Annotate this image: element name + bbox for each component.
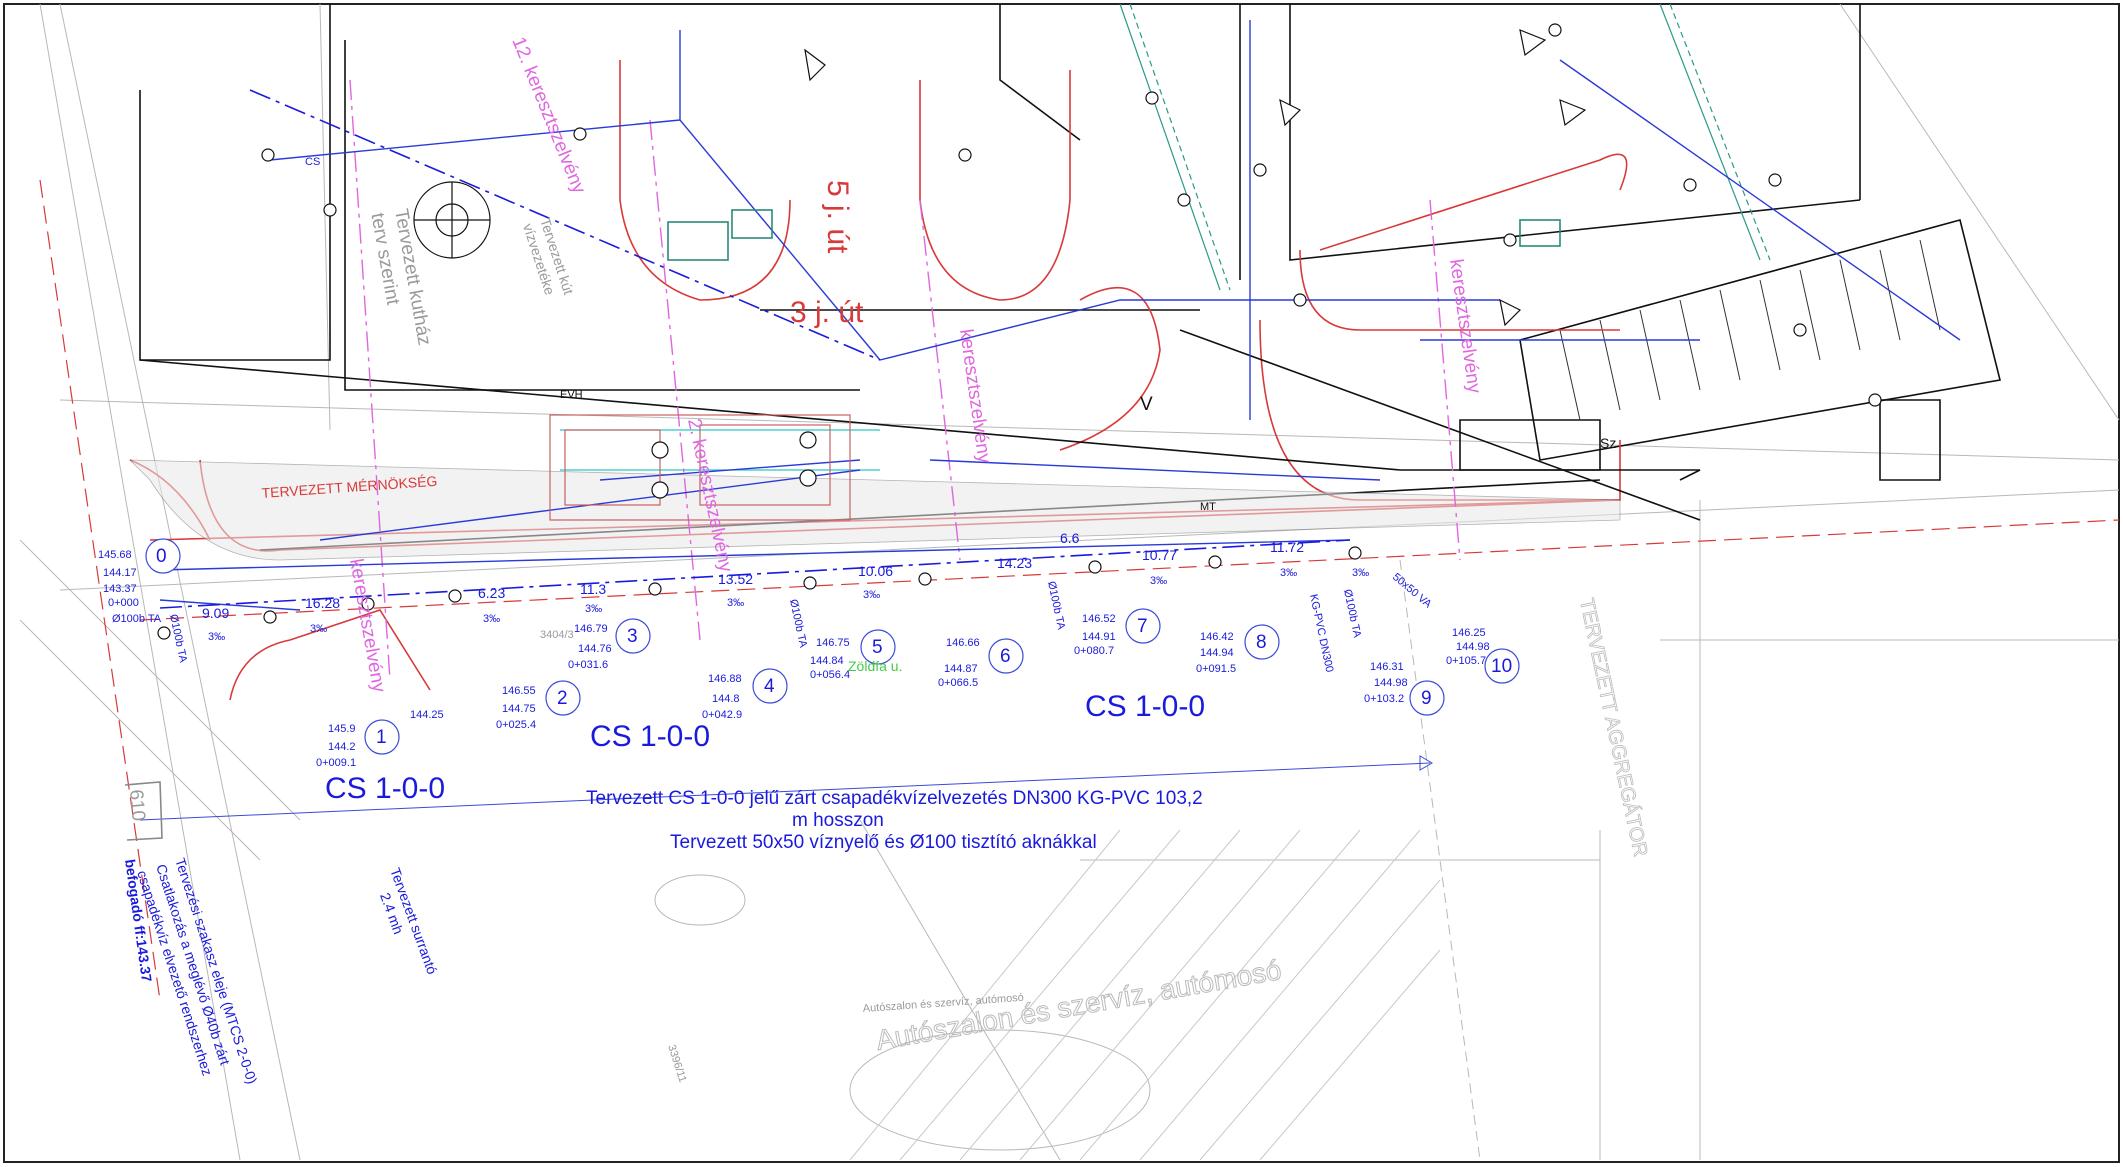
segment-length: 10.06 xyxy=(858,563,893,579)
station-label: 3 xyxy=(627,626,638,647)
elev-c: 143.37 xyxy=(103,583,137,595)
elev-b: 144.17 xyxy=(103,567,137,579)
station8-elev: 146.42 144.94 0+091.5 xyxy=(1196,631,1236,675)
elev-c: 0+091.5 xyxy=(1196,663,1236,675)
site-plan-drawing: 0 1 2 3 4 5 6 7 8 9 10 CS 1-0-0 CS 1-0-0… xyxy=(3,3,2120,1163)
parcel-3404: 3404/3 xyxy=(540,629,574,641)
caption-line-2: m hosszon xyxy=(792,810,884,831)
slope: 3‰ xyxy=(208,631,225,643)
elev-c: 0+103.2 xyxy=(1364,693,1404,705)
elev-c: 0+009.1 xyxy=(316,757,356,769)
elev-c: 0+056.4 xyxy=(810,669,850,681)
station-label: 2 xyxy=(557,688,568,709)
slope: 3‰ xyxy=(1352,567,1369,579)
elev-a: 146.55 xyxy=(502,685,536,697)
elev-b: 144.91 xyxy=(1082,631,1116,643)
elev-a: 146.25 xyxy=(1452,627,1486,639)
road-3j-label: 3 j. út xyxy=(790,296,864,329)
segment-length: 10.77 xyxy=(1142,547,1177,563)
elev-c: 0+105.7 xyxy=(1446,655,1486,667)
road-5j-group: 5 j. út xyxy=(821,180,854,254)
station-label: 1 xyxy=(376,727,387,748)
segment-length: 11.3 xyxy=(580,581,606,597)
elev-b: 144.87 xyxy=(944,663,978,675)
station-label: 9 xyxy=(1421,688,1432,709)
segment-length: 14.23 xyxy=(997,555,1032,571)
elev-a: 146.52 xyxy=(1082,613,1116,625)
elev-a: 146.75 xyxy=(816,637,850,649)
elev-b: 144.94 xyxy=(1200,647,1234,659)
zoldfa-label: Zöldfa u. xyxy=(848,658,902,674)
road-5j-label: 5 j. út xyxy=(821,180,854,254)
elev-a: 146.66 xyxy=(946,637,980,649)
elev-b: 144.98 xyxy=(1456,641,1490,653)
station-label: 4 xyxy=(764,676,775,697)
station-label: 5 xyxy=(872,637,883,658)
elev-d: 0+000 xyxy=(108,597,139,609)
slope: 3‰ xyxy=(310,623,327,635)
elev-b: 144.98 xyxy=(1374,677,1408,689)
elev-e: Ø100b TA xyxy=(112,613,162,625)
utility-code: CS xyxy=(305,156,320,168)
pipe-label: CS 1-0-0 xyxy=(1085,690,1205,723)
station-label: 10 xyxy=(1491,656,1512,677)
slope: 3‰ xyxy=(1280,567,1297,579)
station-label: 0 xyxy=(156,546,167,567)
utility-code: Sz xyxy=(1600,435,1616,451)
elev-a: 146.88 xyxy=(708,673,742,685)
slope: 3‰ xyxy=(727,597,744,609)
elev-c: 0+066.5 xyxy=(938,677,978,689)
pipe-label: CS 1-0-0 xyxy=(590,720,710,753)
elev-b: 144.75 xyxy=(502,703,536,715)
segment-length: 6.6 xyxy=(1060,530,1080,546)
segment-length: 13.52 xyxy=(718,571,753,587)
elev-a: 145.9 xyxy=(328,723,356,735)
elev-a: 146.79 xyxy=(574,623,608,635)
caption-line-3: Tervezett 50x50 víznyelő és Ø100 tisztít… xyxy=(670,832,1097,853)
elev-c: 0+042.9 xyxy=(702,709,742,721)
segment-length: 11.72 xyxy=(1270,539,1304,555)
station-label: 6 xyxy=(1000,646,1011,667)
elev-b: 144.76 xyxy=(578,643,612,655)
station2-elev: 146.55 144.75 0+025.4 xyxy=(496,685,536,731)
elev-a: 146.42 xyxy=(1200,631,1234,643)
slope: 3‰ xyxy=(585,603,602,615)
segment-length: 6.23 xyxy=(478,585,505,601)
elev-b: 144.8 xyxy=(712,693,740,705)
segment-length: 16.28 xyxy=(305,595,340,611)
elev-a: 145.68 xyxy=(98,549,132,561)
station-label: 7 xyxy=(1137,616,1148,637)
elev-c: 0+080.7 xyxy=(1074,645,1114,657)
elev-b: 144.2 xyxy=(328,741,356,753)
slope: 3‰ xyxy=(483,613,500,625)
caption-line-1: Tervezett CS 1-0-0 jelű zárt csapadékvíz… xyxy=(586,788,1203,809)
sheet-border xyxy=(3,3,2120,1163)
station-label: 8 xyxy=(1256,632,1267,653)
elev-b: 144.84 xyxy=(810,655,844,667)
pipe-label: CS 1-0-0 xyxy=(325,772,445,805)
parcel-610-label: 610 xyxy=(125,789,149,822)
elev-c: 0+031.6 xyxy=(568,659,608,671)
parcel-610: 610 xyxy=(125,789,149,822)
elev-extra: 144.25 xyxy=(410,709,444,721)
utility-code: V xyxy=(1140,394,1153,415)
slope: 3‰ xyxy=(1150,575,1167,587)
elev-c: 0+025.4 xyxy=(496,719,536,731)
elev-a: 146.31 xyxy=(1370,661,1404,673)
slope: 3‰ xyxy=(863,589,880,601)
utility-code: MT xyxy=(1200,501,1216,513)
well-house xyxy=(413,181,491,259)
utility-code: EVH xyxy=(560,389,583,401)
segment-length: 9.09 xyxy=(202,605,229,621)
